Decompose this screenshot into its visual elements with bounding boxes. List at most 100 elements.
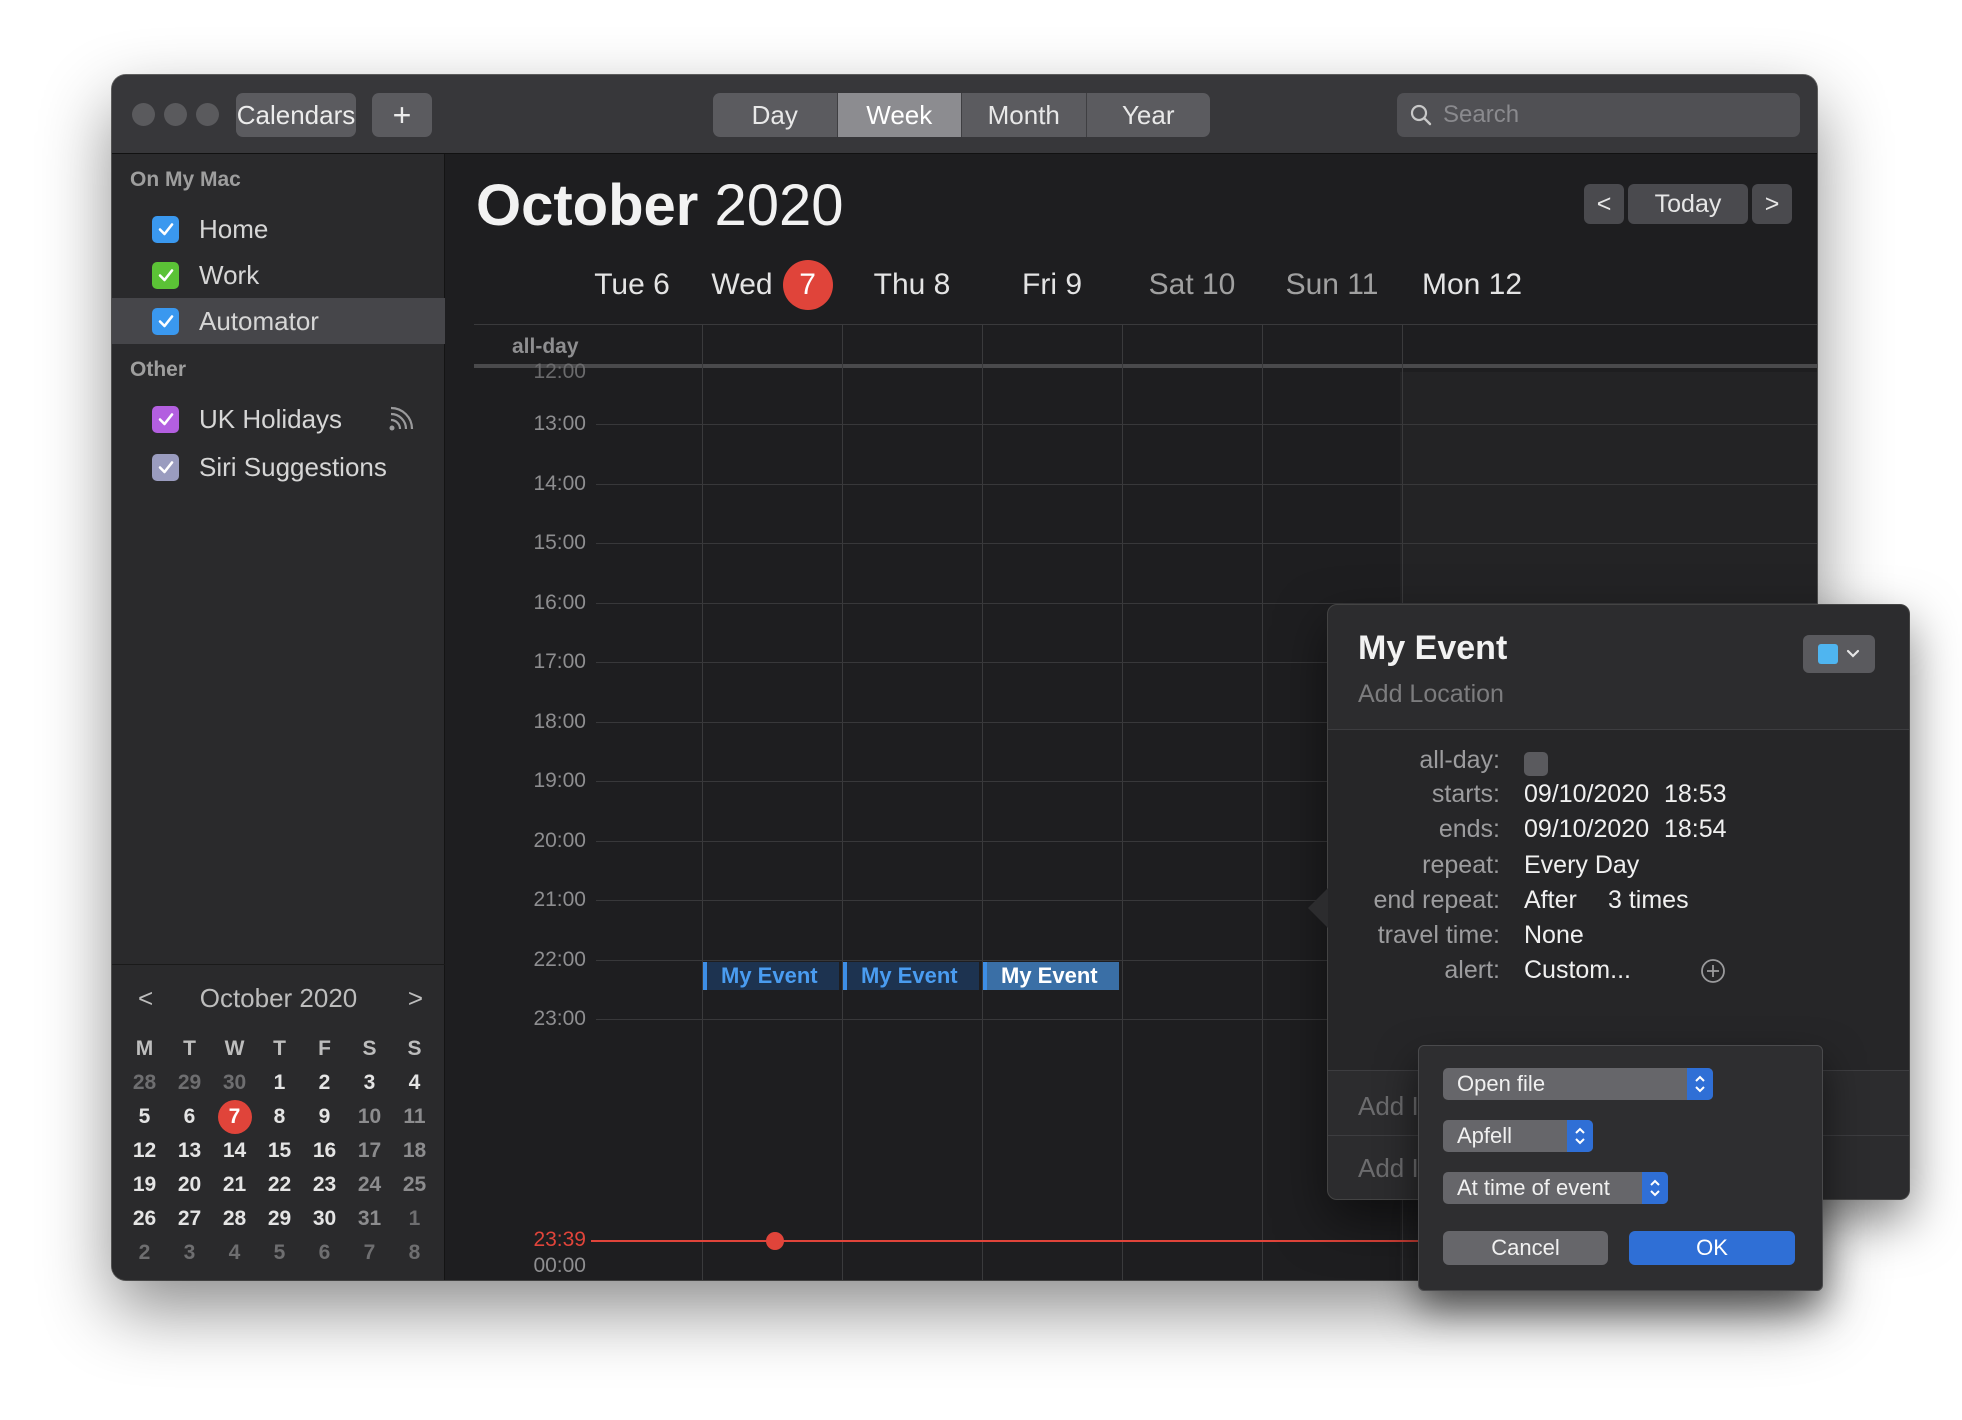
day-cell[interactable]: 25 — [392, 1173, 437, 1197]
sidebar-item-work[interactable]: Work — [112, 252, 445, 298]
event-title[interactable]: My Event — [1358, 629, 1507, 668]
siri-suggestions-checkbox[interactable] — [152, 453, 179, 481]
search-field[interactable] — [1397, 93, 1800, 137]
day-cell[interactable]: 4 — [392, 1071, 437, 1095]
previous-week-button[interactable]: < — [1584, 184, 1624, 224]
day-cell[interactable]: 14 — [212, 1139, 257, 1163]
alert-timing-select[interactable]: At time of event — [1443, 1172, 1668, 1204]
day-cell-today[interactable]: 7 — [212, 1100, 257, 1134]
day-cell[interactable]: 5 — [257, 1241, 302, 1265]
day-cell[interactable]: 30 — [212, 1071, 257, 1095]
add-event-button[interactable]: + — [372, 93, 432, 137]
mini-calendar-next-button[interactable]: > — [408, 983, 423, 1014]
ok-button[interactable]: OK — [1629, 1231, 1795, 1265]
event-my-event-thu[interactable]: My Event — [843, 962, 979, 990]
zoom-window-button[interactable] — [196, 103, 219, 126]
day-cell[interactable]: 20 — [167, 1173, 212, 1197]
day-cell[interactable]: 31 — [347, 1207, 392, 1231]
day-cell[interactable]: 23 — [302, 1173, 347, 1197]
day-cell[interactable]: 13 — [167, 1139, 212, 1163]
alert-file-select[interactable]: Apfell — [1443, 1120, 1593, 1152]
day-cell[interactable]: 9 — [302, 1105, 347, 1129]
day-cell[interactable]: 6 — [302, 1241, 347, 1265]
day-cell[interactable]: 30 — [302, 1207, 347, 1231]
day-header-tue[interactable]: Tue 6 — [562, 262, 702, 308]
day-cell[interactable]: 1 — [257, 1071, 302, 1095]
day-cell[interactable]: 1 — [392, 1207, 437, 1231]
end-repeat-count[interactable]: 3 times — [1608, 886, 1689, 915]
day-header-wed[interactable]: Wed 7 — [702, 260, 842, 310]
day-header-fri[interactable]: Fri 9 — [982, 262, 1122, 308]
day-cell[interactable]: 5 — [122, 1105, 167, 1129]
tab-year[interactable]: Year — [1087, 93, 1211, 137]
work-checkbox[interactable] — [152, 261, 179, 289]
ends-time[interactable]: 18:54 — [1664, 815, 1727, 844]
tab-day[interactable]: Day — [713, 93, 838, 137]
day-cell[interactable]: 16 — [302, 1139, 347, 1163]
allday-checkbox[interactable] — [1524, 752, 1548, 776]
event-my-event-wed[interactable]: My Event — [703, 962, 839, 990]
travel-time-value[interactable]: None — [1524, 921, 1584, 950]
event-my-event-fri[interactable]: My Event — [983, 962, 1119, 990]
day-header-sun[interactable]: Sun 11 — [1262, 262, 1402, 308]
calendars-button[interactable]: Calendars — [236, 93, 356, 137]
day-cell[interactable]: 29 — [257, 1207, 302, 1231]
sidebar-item-automator[interactable]: Automator — [112, 298, 445, 344]
day-cell[interactable]: 10 — [347, 1105, 392, 1129]
day-cell[interactable]: 24 — [347, 1173, 392, 1197]
cancel-button[interactable]: Cancel — [1443, 1231, 1608, 1265]
home-checkbox[interactable] — [152, 215, 179, 243]
sidebar-item-uk-holidays[interactable]: UK Holidays — [112, 396, 445, 442]
alert-action-select[interactable]: Open file — [1443, 1068, 1713, 1100]
day-cell[interactable]: 26 — [122, 1207, 167, 1231]
next-week-button[interactable]: > — [1752, 184, 1792, 224]
starts-time[interactable]: 18:53 — [1664, 780, 1727, 809]
minimize-window-button[interactable] — [164, 103, 187, 126]
uk-holidays-checkbox[interactable] — [152, 405, 179, 433]
starts-date[interactable]: 09/10/2020 — [1524, 780, 1649, 809]
day-cell[interactable]: 3 — [167, 1241, 212, 1265]
automator-checkbox[interactable] — [152, 307, 179, 335]
day-cell[interactable]: 8 — [392, 1241, 437, 1265]
day-cell[interactable]: 3 — [347, 1071, 392, 1095]
day-cell[interactable]: 11 — [392, 1105, 437, 1129]
day-cell[interactable]: 18 — [392, 1139, 437, 1163]
day-cell[interactable]: 15 — [257, 1139, 302, 1163]
calendar-color-picker[interactable] — [1803, 635, 1875, 673]
day-cell[interactable]: 22 — [257, 1173, 302, 1197]
all-day-row[interactable]: all-day — [474, 324, 1817, 368]
search-input[interactable] — [1443, 101, 1763, 129]
day-cell[interactable]: 19 — [122, 1173, 167, 1197]
day-cell[interactable]: 4 — [212, 1241, 257, 1265]
add-invitees-field[interactable]: Add I — [1358, 1091, 1419, 1122]
add-location-field[interactable]: Add Location — [1358, 680, 1504, 709]
close-window-button[interactable] — [132, 103, 155, 126]
day-cell[interactable]: 27 — [167, 1207, 212, 1231]
hour-label: 20:00 — [533, 829, 586, 852]
day-header-sat[interactable]: Sat 10 — [1122, 262, 1262, 308]
add-alert-icon[interactable] — [1700, 958, 1726, 984]
tab-month[interactable]: Month — [962, 93, 1087, 137]
day-cell[interactable]: 29 — [167, 1071, 212, 1095]
day-cell[interactable]: 17 — [347, 1139, 392, 1163]
day-cell[interactable]: 28 — [212, 1207, 257, 1231]
repeat-value[interactable]: Every Day — [1524, 851, 1639, 880]
day-cell[interactable]: 2 — [122, 1241, 167, 1265]
day-header-thu[interactable]: Thu 8 — [842, 262, 982, 308]
alert-value[interactable]: Custom... — [1524, 956, 1631, 985]
end-repeat-value[interactable]: After — [1524, 886, 1577, 915]
tab-week[interactable]: Week — [837, 93, 962, 137]
day-cell[interactable]: 28 — [122, 1071, 167, 1095]
day-cell[interactable]: 6 — [167, 1105, 212, 1129]
today-button[interactable]: Today — [1628, 184, 1748, 224]
day-cell[interactable]: 21 — [212, 1173, 257, 1197]
day-header-mon[interactable]: Mon 12 — [1402, 262, 1542, 308]
sidebar-item-home[interactable]: Home — [112, 206, 445, 252]
day-cell[interactable]: 2 — [302, 1071, 347, 1095]
sidebar-item-siri-suggestions[interactable]: Siri Suggestions — [112, 444, 445, 490]
day-cell[interactable]: 7 — [347, 1241, 392, 1265]
day-cell[interactable]: 12 — [122, 1139, 167, 1163]
ends-date[interactable]: 09/10/2020 — [1524, 815, 1649, 844]
day-cell[interactable]: 8 — [257, 1105, 302, 1129]
add-notes-field[interactable]: Add I — [1358, 1153, 1419, 1184]
